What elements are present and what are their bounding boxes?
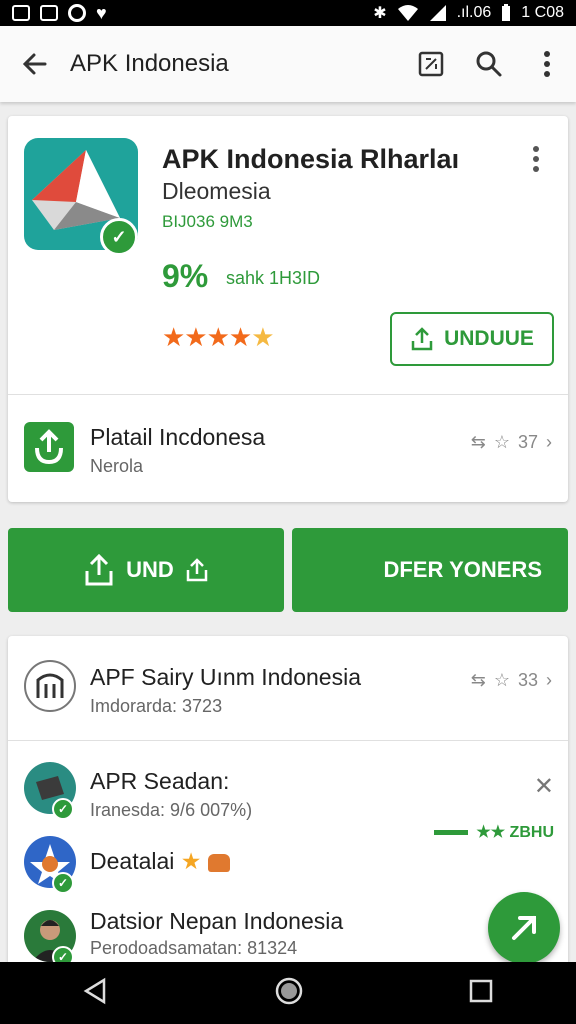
list-item[interactable]: APF Sairy Uınm Indonesia Imdorarda: 3723… xyxy=(8,636,568,736)
battery-icon xyxy=(502,4,511,21)
share-icon: ⇆ xyxy=(470,432,486,452)
more-vert-icon xyxy=(544,51,550,77)
back-arrow-icon xyxy=(22,53,47,75)
upload-icon xyxy=(85,553,113,586)
more-options-button[interactable] xyxy=(518,26,576,102)
nav-recents-button[interactable] xyxy=(468,978,494,1009)
list-item-title: Deatalai ★ xyxy=(90,848,230,875)
list-item-count: 37 xyxy=(517,432,538,452)
stars-full: ★★★★ xyxy=(162,322,252,352)
verified-check-icon: ✓ xyxy=(52,798,74,820)
list-item[interactable]: ✓ Datsior Nepan Indonesia Perodoadsamata… xyxy=(8,898,568,968)
app-detail-card: ✓ APK Indonesia Rlharlaı Dleomesia BIJ03… xyxy=(8,116,568,502)
list-item-subtitle: Imdorarda: 3723 xyxy=(90,696,223,716)
upload-icon xyxy=(411,327,433,351)
list-item-subtitle: Nerola xyxy=(90,456,144,476)
list-item[interactable]: ✓ Deatalai ★ xyxy=(8,828,568,894)
square-recents-icon xyxy=(469,979,493,1002)
list-item-title-text: Deatalai xyxy=(90,848,175,874)
bluetooth-icon: ✱ xyxy=(373,5,387,22)
screenshot-button[interactable] xyxy=(402,26,460,102)
heart-icon: ♥ xyxy=(96,3,107,23)
app-meta: BIJ036 9M3 xyxy=(162,212,253,231)
search-icon xyxy=(476,51,502,77)
card-more-button[interactable] xyxy=(532,146,556,176)
list-item-title: APR Seadan: xyxy=(90,768,230,794)
install-button[interactable]: UNDUUE xyxy=(390,312,554,366)
toolbar: APK Indonesia xyxy=(0,26,576,102)
offer-label: DFER YONERS xyxy=(383,557,542,582)
trophy-icon xyxy=(207,853,230,872)
home-circle-icon xyxy=(275,977,303,1004)
verified-badge: ✓ xyxy=(100,218,138,256)
star-icon: ★ xyxy=(180,848,202,874)
status-time: 1 C08 xyxy=(521,4,564,21)
update-app-icon xyxy=(24,422,74,472)
download-label: UND xyxy=(126,557,174,582)
system-nav-bar xyxy=(0,962,576,1024)
list-item[interactable]: ✓ APR Seadan: Iranesda: 9/6 007%) ✕ ★★ Z… xyxy=(8,742,568,841)
list-item[interactable]: Platail Incdonesa Nerola ⇆ ☆ 37 › xyxy=(8,396,568,496)
app-name: APK Indonesia Rlharlaı xyxy=(162,144,460,174)
search-button[interactable] xyxy=(460,26,518,102)
screenshot-icon xyxy=(418,51,444,77)
upload-small-icon xyxy=(186,558,208,582)
install-label: UNDUUE xyxy=(444,327,534,350)
verified-check-icon: ✓ xyxy=(52,872,74,894)
sync-icon xyxy=(68,4,86,22)
chevron-right-icon: › xyxy=(546,670,552,690)
nav-back-button[interactable] xyxy=(82,977,110,1010)
list-item-title: APF Sairy Uınm Indonesia xyxy=(90,664,362,690)
rating-percent-label: sahk 1H3ID xyxy=(226,268,321,288)
divider xyxy=(8,740,568,741)
next-fab-button[interactable] xyxy=(488,892,560,964)
offer-button[interactable]: DFER YONERS xyxy=(292,528,568,612)
star-rating: ★★★★★ xyxy=(162,322,275,353)
gallery-icon xyxy=(12,5,30,21)
star-outline-icon: ☆ xyxy=(493,670,510,690)
close-icon: ✕ xyxy=(533,773,554,800)
back-button[interactable] xyxy=(0,26,70,102)
building-icon xyxy=(36,673,64,698)
arrow-right-icon xyxy=(512,916,536,940)
status-bar: ♥ ✱ .ıl.06 1 C08 xyxy=(0,0,576,26)
related-apps-card: APF Sairy Uınm Indonesia Imdorarda: 3723… xyxy=(8,636,568,968)
app-avatar xyxy=(24,660,76,712)
verified-check-icon: ✓ xyxy=(111,226,127,247)
list-item-title: Platail Incdonesa xyxy=(90,424,266,450)
star-outline-icon: ☆ xyxy=(493,432,510,452)
list-item-title: Datsior Nepan Indonesia xyxy=(90,908,344,934)
data-label: .ıl.06 xyxy=(456,4,492,21)
dismiss-button[interactable]: ✕ xyxy=(534,772,554,801)
wifi-icon xyxy=(397,5,418,21)
list-item-subtitle: Iranesda: 9/6 007%) xyxy=(90,800,253,820)
signal-icon xyxy=(429,5,446,21)
developer-name[interactable]: Dleomesia xyxy=(162,178,271,205)
toolbar-title: APK Indonesia xyxy=(70,50,229,77)
rating-percent: 9% xyxy=(162,258,209,294)
list-item-subtitle: Perodoadsamatan: 81324 xyxy=(90,938,298,958)
list-item-stats: ⇆ ☆ 37 › xyxy=(471,432,552,453)
triangle-back-icon xyxy=(83,977,106,1004)
share-icon: ⇆ xyxy=(470,670,486,690)
star-half: ★ xyxy=(251,322,274,352)
list-item-stats: ⇆ ☆ 33 › xyxy=(471,670,552,691)
more-vert-icon xyxy=(533,146,539,172)
divider xyxy=(8,394,568,395)
chevron-right-icon: › xyxy=(546,432,552,452)
nav-home-button[interactable] xyxy=(274,976,304,1011)
image-icon xyxy=(40,5,58,21)
list-item-count: 33 xyxy=(517,670,538,690)
download-button[interactable]: UND xyxy=(8,528,284,612)
